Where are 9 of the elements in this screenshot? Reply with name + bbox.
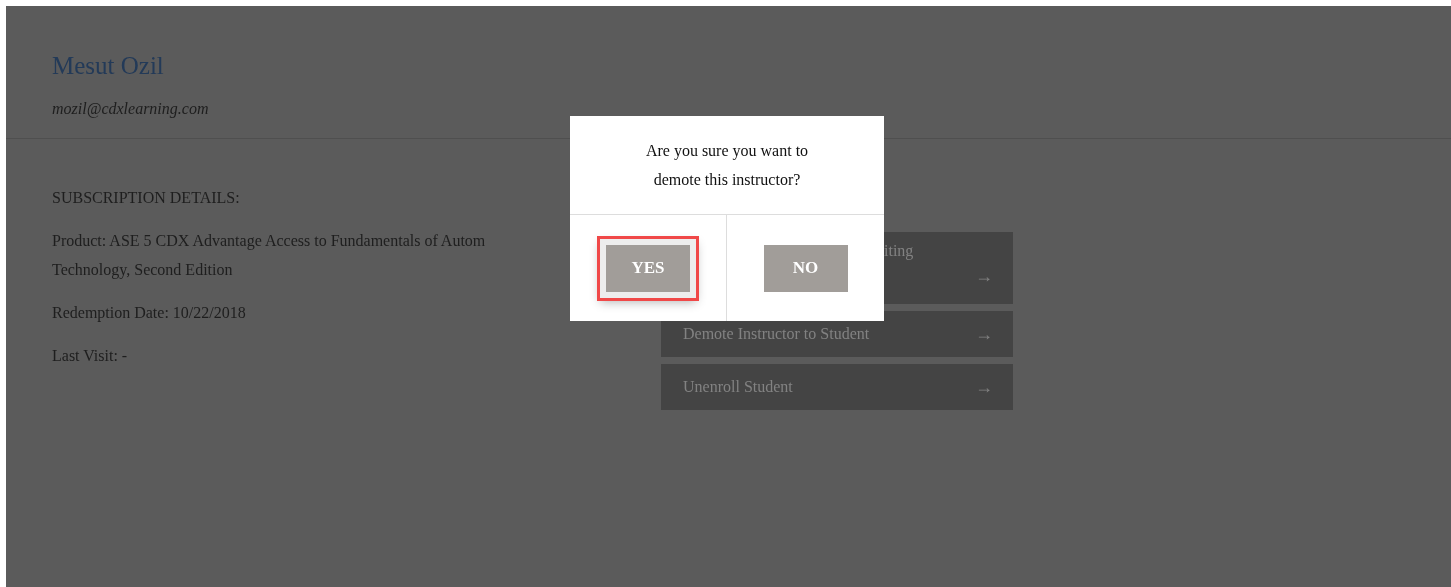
action-button[interactable]: Unenroll Student → [661, 364, 1013, 410]
no-button[interactable]: NO [763, 244, 848, 292]
product-text: Product: ASE 5 CDX Advantage Access to Fundamentals of Autom Technology, Second Edition [52, 231, 486, 281]
user-email: mozil@cdxlearning.com [52, 100, 210, 118]
dialog-message: Are you sure you want to demote this instructor? [570, 116, 884, 215]
section-heading: SUBSCRIPTION DETAILS: [52, 188, 240, 208]
last-visit: Last Visit: - [52, 346, 128, 366]
redemption-date: Redemption Date: 10/22/2018 [52, 303, 246, 324]
user-name: Mesut Ozil [52, 52, 165, 80]
